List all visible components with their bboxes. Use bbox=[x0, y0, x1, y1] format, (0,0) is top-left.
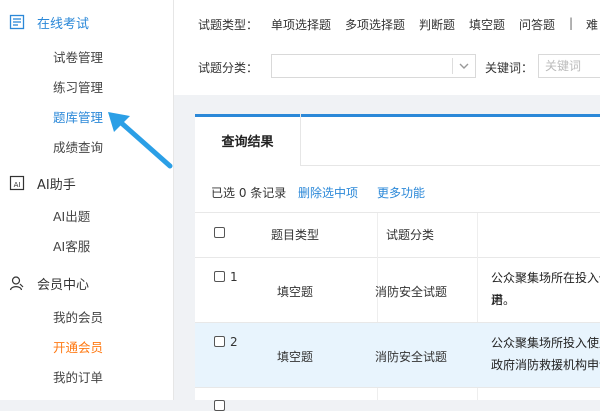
category-label: 试题分类： bbox=[198, 61, 259, 75]
pointer-arrow-icon bbox=[108, 112, 173, 169]
sidebar-item-exam-paper[interactable]: 试卷管理 bbox=[53, 48, 103, 68]
row-category: 消防安全试题 bbox=[375, 285, 448, 299]
chevron-down-icon bbox=[457, 59, 471, 73]
column-header-category: 试题分类 bbox=[386, 228, 435, 242]
table-row[interactable]: 1 填空题 消防安全试题 公众聚集场所在投入使用 诺。 bbox=[195, 258, 600, 322]
sidebar-section-ai-assistant[interactable]: AI AI助手 bbox=[0, 168, 174, 198]
question-type-label: 试题类型： bbox=[198, 18, 259, 32]
sidebar-item-scores[interactable]: 成绩查询 bbox=[53, 138, 103, 158]
row-number: 1 bbox=[230, 270, 238, 284]
sidebar-section-label: 在线考试 bbox=[37, 16, 90, 32]
sidebar-item-ai-questions[interactable]: AI出题 bbox=[53, 207, 90, 227]
keyword-input[interactable] bbox=[538, 54, 600, 78]
row-question-line-2: 诺。 bbox=[491, 293, 516, 307]
category-select[interactable] bbox=[271, 54, 476, 78]
sidebar-item-ai-service[interactable]: AI客服 bbox=[53, 237, 90, 257]
row-number: 2 bbox=[230, 335, 238, 349]
ai-assistant-icon: AI bbox=[9, 175, 25, 191]
column-header-type: 题目类型 bbox=[271, 228, 320, 242]
sidebar-section-online-exam[interactable]: 在线考试 bbox=[0, 7, 174, 37]
sidebar-item-my-membership[interactable]: 我的会员 bbox=[53, 308, 103, 328]
type-option-fill-blank[interactable]: 填空题 bbox=[469, 16, 505, 33]
tab-underline bbox=[301, 165, 600, 166]
select-divider bbox=[452, 58, 453, 74]
type-option-qa[interactable]: 问答题 bbox=[519, 16, 555, 33]
row-category: 消防安全试题 bbox=[375, 350, 448, 364]
table-row[interactable] bbox=[195, 388, 600, 411]
difficulty-label[interactable]: 难 bbox=[586, 16, 598, 33]
more-functions-button[interactable]: 更多功能 bbox=[377, 184, 425, 201]
sidebar-item-practice[interactable]: 练习管理 bbox=[53, 78, 103, 98]
sidebar-section-label: AI助手 bbox=[37, 177, 76, 193]
filter-panel: 试题类型： 单项选择题 多项选择题 判断题 填空题 问答题 | 难 试题分类： … bbox=[174, 0, 600, 95]
row-question-line-2: 政府消防救援机构申请 bbox=[491, 358, 600, 372]
sidebar-item-open-membership[interactable]: 开通会员 bbox=[53, 338, 103, 358]
selected-count: 已选 0 条记录 bbox=[211, 186, 287, 200]
type-option-single-choice[interactable]: 单项选择题 bbox=[271, 16, 331, 33]
sidebar-section-member-center[interactable]: 会员中心 bbox=[0, 268, 174, 298]
document-list-icon bbox=[9, 14, 25, 30]
keyword-label: 关键词： bbox=[485, 61, 534, 75]
row-checkbox[interactable] bbox=[214, 400, 225, 411]
table-top-border bbox=[195, 212, 600, 213]
row-question-line-1: 公众聚集场所投入使用 bbox=[491, 336, 600, 350]
results-panel: 查询结果 已选 0 条记录 删除选中项 更多功能 题目类型 试题分类 1 填空题… bbox=[195, 114, 600, 411]
svg-text:AI: AI bbox=[14, 181, 21, 189]
sidebar: 在线考试 试卷管理 练习管理 题库管理 成绩查询 AI AI助手 AI出题 AI… bbox=[0, 0, 174, 400]
row-type: 填空题 bbox=[277, 285, 314, 299]
select-all-checkbox[interactable] bbox=[214, 227, 225, 238]
member-user-icon bbox=[9, 275, 25, 291]
type-option-true-false[interactable]: 判断题 bbox=[419, 16, 455, 33]
tab-query-results[interactable]: 查询结果 bbox=[195, 114, 301, 166]
filter-divider: | bbox=[569, 16, 574, 30]
type-option-multiple-choice[interactable]: 多项选择题 bbox=[345, 16, 405, 33]
sidebar-item-question-bank[interactable]: 题库管理 bbox=[53, 108, 103, 128]
row-checkbox[interactable] bbox=[214, 336, 225, 347]
sidebar-item-my-orders[interactable]: 我的订单 bbox=[53, 368, 103, 388]
table-row[interactable]: 2 填空题 消防安全试题 公众聚集场所投入使用 政府消防救援机构申请 bbox=[195, 323, 600, 387]
row-checkbox[interactable] bbox=[214, 271, 225, 282]
delete-selected-button[interactable]: 删除选中项 bbox=[298, 184, 358, 201]
row-type: 填空题 bbox=[277, 350, 314, 364]
sidebar-section-label: 会员中心 bbox=[37, 277, 90, 293]
